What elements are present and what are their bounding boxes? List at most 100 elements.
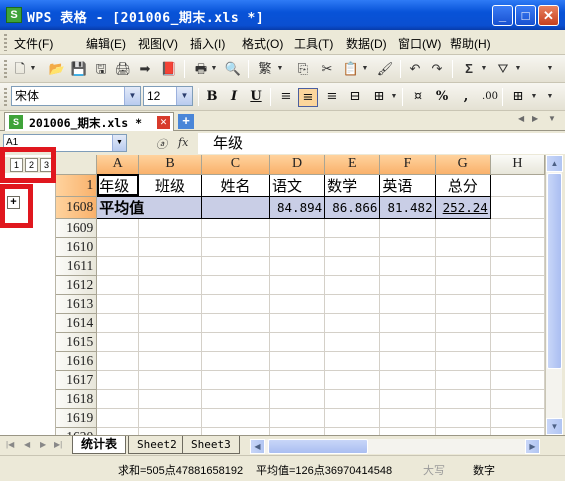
close-button[interactable]: ✕ xyxy=(538,5,559,26)
row-header[interactable]: 1609 xyxy=(56,218,98,238)
table-cell[interactable] xyxy=(96,370,140,390)
chevron-down-icon[interactable]: ▼ xyxy=(390,88,398,106)
chevron-down-icon[interactable]: ▼ xyxy=(276,60,284,78)
table-cell[interactable] xyxy=(269,332,326,352)
table-cell[interactable]: 数学 xyxy=(324,173,381,197)
table-cell[interactable] xyxy=(138,370,202,390)
new-tab-button[interactable]: + xyxy=(178,114,194,129)
chevron-down-icon[interactable]: ▼ xyxy=(124,87,140,105)
table-cell[interactable]: 252.24 xyxy=(434,195,491,219)
table-cell[interactable] xyxy=(379,218,436,238)
export-pdf-icon[interactable]: 📕 xyxy=(160,60,178,78)
table-cell[interactable] xyxy=(435,237,491,257)
cut-icon[interactable]: ✂ xyxy=(318,60,336,78)
increase-decimal-icon[interactable]: .00 xyxy=(480,88,500,107)
print-icon[interactable]: 🖶 xyxy=(192,60,210,78)
table-cell[interactable] xyxy=(201,408,270,428)
new-document-icon[interactable]: 🗋 xyxy=(11,60,29,78)
table-cell[interactable] xyxy=(269,408,326,428)
table-cell[interactable] xyxy=(435,313,491,333)
menu-format[interactable]: 格式(O) xyxy=(242,35,283,52)
filter-icon[interactable]: ⛛ xyxy=(494,60,512,78)
table-cell[interactable] xyxy=(490,294,545,314)
table-cell[interactable] xyxy=(435,275,491,295)
table-cell[interactable] xyxy=(201,237,270,257)
column-header[interactable]: D xyxy=(269,155,326,175)
table-cell[interactable] xyxy=(435,427,491,435)
table-cell[interactable]: 平均值 xyxy=(96,195,202,219)
undo-icon[interactable]: ↶ xyxy=(406,60,424,78)
table-cell[interactable] xyxy=(435,294,491,314)
table-cell[interactable] xyxy=(96,275,140,295)
table-cell[interactable] xyxy=(96,237,140,257)
redo-icon[interactable]: ↷ xyxy=(428,60,446,78)
table-cell[interactable] xyxy=(324,389,381,409)
table-cell[interactable] xyxy=(96,256,140,276)
table-cell[interactable] xyxy=(96,389,140,409)
underline-button[interactable]: U xyxy=(246,88,266,107)
row-header[interactable]: 1619 xyxy=(56,408,98,428)
table-cell[interactable]: 总分 xyxy=(434,173,491,197)
first-sheet-icon[interactable]: |◀ xyxy=(6,440,14,449)
maximize-button[interactable]: □ xyxy=(515,5,536,26)
table-cell[interactable] xyxy=(379,389,436,409)
traditional-chinese-icon[interactable]: 繁 xyxy=(256,60,274,78)
table-cell[interactable] xyxy=(269,256,326,276)
row-header[interactable]: 1613 xyxy=(56,294,98,314)
chevron-down-icon[interactable]: ▼ xyxy=(514,60,522,78)
fx-icon[interactable]: fx xyxy=(178,136,188,149)
table-cell[interactable] xyxy=(324,313,381,333)
table-cell[interactable] xyxy=(138,256,202,276)
scroll-thumb[interactable] xyxy=(268,439,368,454)
tab-scroll-left-icon[interactable]: ◀ xyxy=(518,114,524,123)
table-cell[interactable] xyxy=(201,351,270,371)
row-header[interactable]: 1612 xyxy=(56,275,98,295)
chevron-down-icon[interactable]: ▼ xyxy=(210,60,218,78)
table-cell[interactable] xyxy=(269,389,326,409)
align-center-icon[interactable]: ≡ xyxy=(298,88,318,107)
table-cell[interactable] xyxy=(490,218,545,238)
table-cell[interactable] xyxy=(435,408,491,428)
row-header[interactable]: 1617 xyxy=(56,370,98,390)
column-header[interactable]: G xyxy=(435,155,491,175)
table-cell[interactable] xyxy=(490,332,545,352)
column-header[interactable]: H xyxy=(490,155,545,175)
italic-button[interactable]: I xyxy=(224,88,244,107)
table-cell[interactable] xyxy=(435,370,491,390)
table-cell[interactable] xyxy=(324,408,381,428)
table-cell[interactable] xyxy=(269,218,326,238)
row-header[interactable]: 1618 xyxy=(56,389,98,409)
row-header[interactable]: 1615 xyxy=(56,332,98,352)
paste-icon[interactable]: 📋 xyxy=(342,60,360,78)
table-cell[interactable] xyxy=(269,294,326,314)
prev-sheet-icon[interactable]: ◀ xyxy=(24,440,30,449)
table-cell[interactable] xyxy=(201,389,270,409)
menu-edit[interactable]: 编辑(E) xyxy=(86,35,126,52)
table-cell[interactable] xyxy=(490,174,545,197)
wps-app-icon[interactable]: S xyxy=(6,7,22,23)
currency-format-icon[interactable]: ¤ xyxy=(408,88,428,107)
table-cell[interactable] xyxy=(96,427,140,435)
table-cell[interactable] xyxy=(324,351,381,371)
table-cell[interactable] xyxy=(201,218,270,238)
chevron-down-icon[interactable]: ▼ xyxy=(29,60,37,78)
open-folder-icon[interactable]: 📂 xyxy=(48,60,66,78)
table-cell[interactable] xyxy=(324,294,381,314)
menu-help[interactable]: 帮助(H) xyxy=(450,35,491,52)
table-cell[interactable] xyxy=(379,332,436,352)
column-header[interactable]: A xyxy=(96,155,140,175)
table-cell[interactable] xyxy=(201,294,270,314)
table-cell[interactable] xyxy=(138,351,202,371)
sheet-tab[interactable]: Sheet3 xyxy=(182,436,240,454)
toolbar-options-icon[interactable]: ▼ xyxy=(546,60,554,78)
table-cell[interactable]: 年级 xyxy=(96,173,140,197)
table-cell[interactable] xyxy=(138,427,202,435)
toolbar-grip[interactable] xyxy=(4,88,7,106)
row-header[interactable]: 1620 xyxy=(56,427,98,435)
table-cell[interactable] xyxy=(435,256,491,276)
formula-input[interactable]: 年级 xyxy=(198,133,565,154)
table-cell[interactable] xyxy=(379,256,436,276)
column-header[interactable]: E xyxy=(324,155,381,175)
table-cell[interactable] xyxy=(490,313,545,333)
table-cell[interactable] xyxy=(269,275,326,295)
